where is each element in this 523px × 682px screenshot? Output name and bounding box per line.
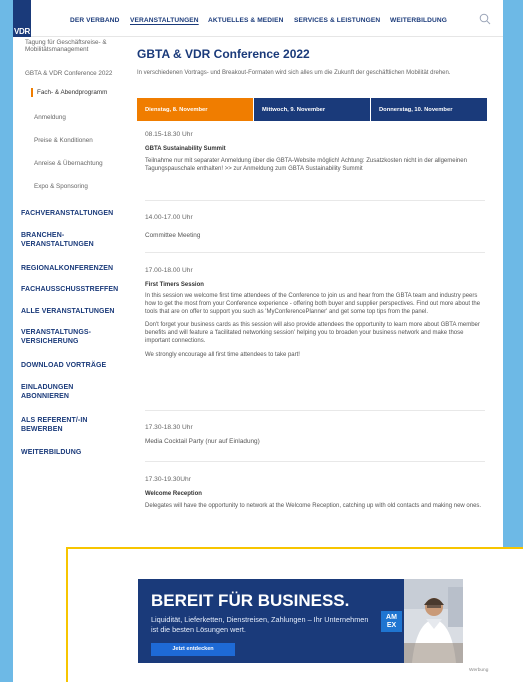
ad-headline: BEREIT FÜR BUSINESS. bbox=[151, 591, 350, 610]
session-paragraph: We strongly encourage all first time att… bbox=[145, 352, 300, 358]
search-icon[interactable] bbox=[479, 13, 491, 25]
sidebar-item-versicherung-line2[interactable]: VERSICHERUNG bbox=[21, 337, 131, 346]
sidebar-item-download[interactable]: DOWNLOAD VORTRÄGE bbox=[21, 361, 131, 370]
session-time: 17.00-18.00 Uhr bbox=[145, 267, 193, 274]
sidebar-sub-expo[interactable]: Expo & Sponsoring bbox=[34, 183, 88, 190]
sidebar-sub-anmeldung[interactable]: Anmeldung bbox=[34, 114, 66, 121]
session-title: Media Cocktail Party (nur auf Einladung) bbox=[145, 438, 260, 445]
active-marker bbox=[31, 88, 33, 97]
session-time: 14.00-17.00 Uhr bbox=[145, 214, 193, 221]
amex-logo: AM EX bbox=[381, 611, 402, 632]
nav-veranstaltungen[interactable]: VERANSTALTUNGEN bbox=[130, 17, 199, 24]
session-time: 17.30-18.30 Uhr bbox=[145, 424, 193, 431]
ad-banner[interactable]: BEREIT FÜR BUSINESS. Liquidität, Lieferk… bbox=[138, 579, 463, 663]
session-title: Welcome Reception bbox=[145, 491, 202, 497]
session-time: 08.15-18.30 Uhr bbox=[145, 131, 193, 138]
sidebar-sub-conference[interactable]: GBTA & VDR Conference 2022 bbox=[25, 70, 112, 77]
sidebar-sub-tagung-line2[interactable]: Mobilitätsmanagement bbox=[25, 46, 88, 53]
session-description: Teilnahme nur mit separater Anmeldung üb… bbox=[145, 158, 467, 172]
sidebar-item-einladungen[interactable]: EINLADUNGEN bbox=[21, 383, 131, 392]
nav-weiterbildung[interactable]: WEITERBILDUNG bbox=[390, 17, 447, 24]
tab-donnerstag[interactable]: Donnerstag, 10. November bbox=[371, 98, 487, 121]
sidebar-item-branchen[interactable]: BRANCHEN- bbox=[21, 231, 131, 240]
divider bbox=[145, 461, 485, 462]
ad-photo bbox=[404, 579, 463, 663]
sidebar-item-regionalkonferenzen[interactable]: REGIONALKONFERENZEN bbox=[21, 264, 131, 273]
sidebar-item-fachausschusstreffen[interactable]: FACHAUSSCHUSSTREFFEN bbox=[21, 285, 131, 294]
nav-services-leistungen[interactable]: SERVICES & LEISTUNGEN bbox=[294, 17, 380, 24]
ad-cta-button[interactable]: Jetzt entdecken bbox=[151, 643, 235, 656]
ad-subtext: Liquidität, Lieferketten, Dienstreisen, … bbox=[151, 615, 369, 634]
vdr-logo[interactable]: VDR bbox=[13, 0, 31, 37]
ad-label: Werbung bbox=[469, 668, 489, 673]
nav-der-verband[interactable]: DER VERBAND bbox=[70, 17, 119, 24]
session-time: 17.30-19.30Uhr bbox=[145, 476, 191, 483]
nav-aktuelles-medien[interactable]: AKTUELLES & MEDIEN bbox=[208, 17, 283, 24]
sidebar-sub-preise[interactable]: Preise & Konditionen bbox=[34, 137, 93, 144]
session-paragraph: In this session we welcome first time at… bbox=[145, 293, 481, 315]
sidebar-item-fachveranstaltungen[interactable]: FACHVERANSTALTUNGEN bbox=[21, 209, 131, 218]
session-item: 14.00-17.00 Uhr Committee Meeting bbox=[145, 214, 485, 239]
divider bbox=[145, 252, 485, 253]
sidebar-item-referent-line2[interactable]: BEWERBEN bbox=[21, 425, 131, 434]
session-item: 17.30-19.30Uhr Welcome Reception Delegat… bbox=[145, 476, 485, 510]
session-paragraph: Don't forget your business cards as this… bbox=[145, 322, 480, 344]
session-description: Delegates will have the opportunity to n… bbox=[145, 503, 482, 509]
sidebar-item-einladungen-line2[interactable]: ABONNIEREN bbox=[21, 392, 131, 401]
sidebar-sub-fachprogramm[interactable]: Fach- & Abendprogramm bbox=[37, 89, 107, 96]
page-title: GBTA & VDR Conference 2022 bbox=[137, 47, 310, 61]
session-item: 08.15-18.30 Uhr GBTA Sustainability Summ… bbox=[145, 131, 485, 173]
sidebar-sub-anreise[interactable]: Anreise & Übernachtung bbox=[34, 160, 103, 167]
top-navigation: VDR DER VERBAND VERANSTALTUNGEN AKTUELLE… bbox=[13, 0, 503, 37]
divider bbox=[145, 410, 485, 411]
sidebar-item-branchen-line2[interactable]: VERANSTALTUNGEN bbox=[21, 240, 131, 249]
sidebar-sub-tagung[interactable]: Tagung für Geschäftsreise- & bbox=[25, 39, 107, 46]
sidebar-item-weiterbildung[interactable]: WEITERBILDUNG bbox=[21, 448, 131, 457]
divider bbox=[145, 200, 485, 201]
sidebar-item-versicherung[interactable]: VERANSTALTUNGS- bbox=[21, 328, 131, 337]
sidebar-item-referent[interactable]: ALS REFERENT/-IN bbox=[21, 416, 131, 425]
sidebar-item-alle-veranstaltungen[interactable]: ALLE VERANSTALTUNGEN bbox=[21, 307, 131, 316]
session-title: First Timers Session bbox=[145, 282, 204, 288]
session-title: Committee Meeting bbox=[145, 232, 201, 239]
session-item: 17.00-18.00 Uhr First Timers Session In … bbox=[145, 267, 485, 359]
intro-text: In verschiedenen Vortrags- und Breakout-… bbox=[137, 70, 451, 76]
session-title: GBTA Sustainability Summit bbox=[145, 146, 226, 152]
tab-dienstag[interactable]: Dienstag, 8. November bbox=[137, 98, 254, 121]
tab-mittwoch[interactable]: Mittwoch, 9. November bbox=[254, 98, 371, 121]
session-item: 17.30-18.30 Uhr Media Cocktail Party (nu… bbox=[145, 424, 485, 445]
day-tabs: Dienstag, 8. November Mittwoch, 9. Novem… bbox=[137, 98, 487, 121]
